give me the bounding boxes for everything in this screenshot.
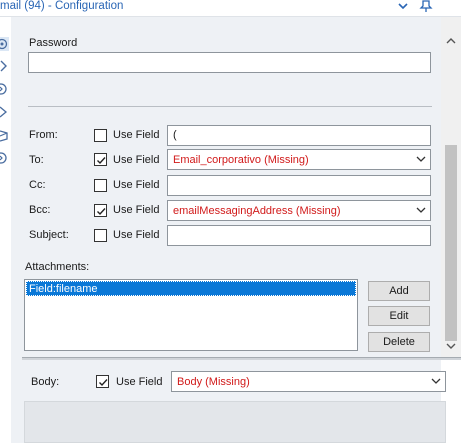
box-icon[interactable] [0,128,9,142]
splitter[interactable] [22,357,461,360]
circle-arrow-icon[interactable] [0,82,9,96]
from-use-field-label: Use Field [113,129,160,141]
bcc-label: Bcc: [29,204,51,216]
diamond-icon[interactable] [0,105,9,119]
cc-field[interactable] [167,175,431,196]
list-item[interactable]: Field:filename [26,281,356,296]
chevron-down-icon[interactable] [397,0,409,12]
circle-arrow-icon[interactable] [0,151,9,165]
add-button[interactable]: Add [368,281,430,301]
vertical-scrollbar[interactable] [441,17,461,357]
dropdown-arrow-icon [416,207,426,213]
attachments-list[interactable]: Field:filename [24,279,358,351]
dropdown-arrow-icon [416,156,426,162]
checkbox-checkmark-icon [99,379,108,387]
scroll-down-icon[interactable] [446,342,456,350]
attachments-label: Attachments: [25,261,90,273]
from-use-field-checkbox[interactable] [94,129,107,142]
subject-label: Subject: [29,229,69,241]
delete-button[interactable]: Delete [368,332,430,352]
from-field[interactable]: ( [167,125,431,146]
body-editor[interactable] [24,401,446,443]
body-use-field-checkbox[interactable] [96,375,109,388]
edit-button[interactable]: Edit [368,306,430,326]
body-field-dropdown[interactable]: Body (Missing) [171,371,446,392]
body-use-field-label: Use Field [116,376,163,388]
cc-use-field-checkbox[interactable] [94,179,107,192]
left-toolbar [0,17,11,443]
scroll-up-icon[interactable] [446,37,456,45]
window-title: mail (94) - Configuration [0,0,124,12]
password-label: Password [29,37,78,49]
password-field[interactable] [28,52,431,73]
bcc-use-field-checkbox[interactable] [94,204,107,217]
gear-icon[interactable] [0,37,9,51]
dropdown-arrow-icon [431,378,441,384]
subject-use-field-checkbox[interactable] [94,229,107,242]
bcc-field-value: emailMessagingAddress (Missing) [173,205,341,217]
bcc-field-dropdown[interactable]: emailMessagingAddress (Missing) [167,200,431,221]
body-field-value: Body (Missing) [177,376,250,388]
chevron-right-icon[interactable] [0,59,9,73]
checkbox-checkmark-icon [97,157,106,165]
to-field-dropdown[interactable]: Email_corporativo (Missing) [167,149,431,170]
subject-use-field-label: Use Field [113,229,160,241]
checkbox-checkmark-icon [97,208,106,216]
pin-icon[interactable] [419,0,433,13]
cc-use-field-label: Use Field [113,179,160,191]
to-use-field-checkbox[interactable] [94,153,107,166]
to-use-field-label: Use Field [113,154,160,166]
body-label: Body: [31,376,60,388]
to-label: To: [29,154,44,166]
subject-field[interactable] [167,225,431,246]
section-divider [28,106,432,107]
from-label: From: [29,129,58,141]
cc-label: Cc: [29,179,46,191]
title-bar: mail (94) - Configuration [0,0,461,17]
to-field-value: Email_corporativo (Missing) [173,154,309,166]
scrollbar-thumb[interactable] [445,145,457,341]
bcc-use-field-label: Use Field [113,204,160,216]
configuration-panel: Password From: Use Field ( To: Use Field… [11,17,446,443]
